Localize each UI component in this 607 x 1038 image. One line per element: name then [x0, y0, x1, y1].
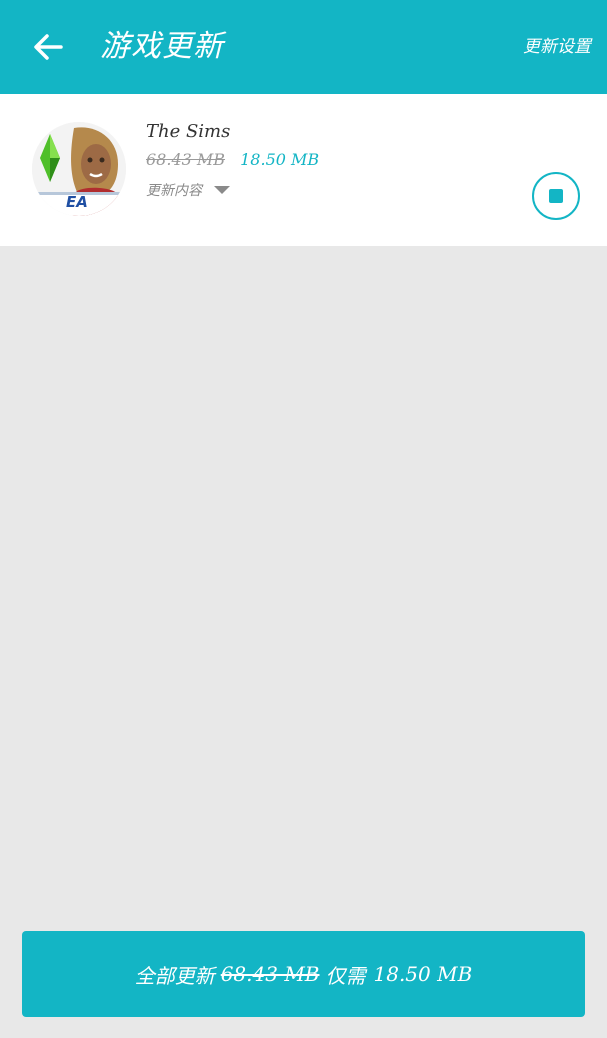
update-settings-link[interactable]: 更新设置 [523, 35, 591, 59]
size-info: 68.43 MB 18.50 MB [146, 150, 319, 169]
update-list-item[interactable]: EA The Sims 68.43 MB 18.50 MB 更新内容 [0, 94, 607, 246]
update-all-only-needs: 仅需 [325, 963, 366, 988]
changelog-toggle[interactable]: 更新内容 [146, 180, 230, 200]
update-all-label: 全部更新 [134, 963, 215, 988]
game-app-icon[interactable]: EA [32, 122, 126, 216]
update-all-new-size: 18.50 MB [373, 962, 473, 986]
arrow-left-icon [34, 34, 63, 60]
stop-download-button[interactable] [532, 172, 580, 220]
original-size: 68.43 MB [146, 150, 226, 169]
page-title: 游戏更新 [100, 29, 224, 64]
game-title: The Sims [146, 121, 231, 142]
back-button[interactable] [28, 27, 68, 67]
stop-icon [549, 189, 563, 203]
app-root: 游戏更新 更新设置 EA The Sims 68.43 MB 18.50 MB … [0, 0, 607, 1038]
update-all-original-size: 68.43 MB [220, 962, 320, 986]
top-app-bar: 游戏更新 更新设置 [0, 0, 607, 94]
chevron-down-icon [214, 186, 230, 194]
update-size: 18.50 MB [240, 150, 320, 169]
changelog-label: 更新内容 [146, 183, 202, 199]
update-all-button[interactable]: 全部更新 68.43 MB 仅需 18.50 MB [22, 931, 585, 1017]
publisher-logo: EA [66, 193, 88, 211]
